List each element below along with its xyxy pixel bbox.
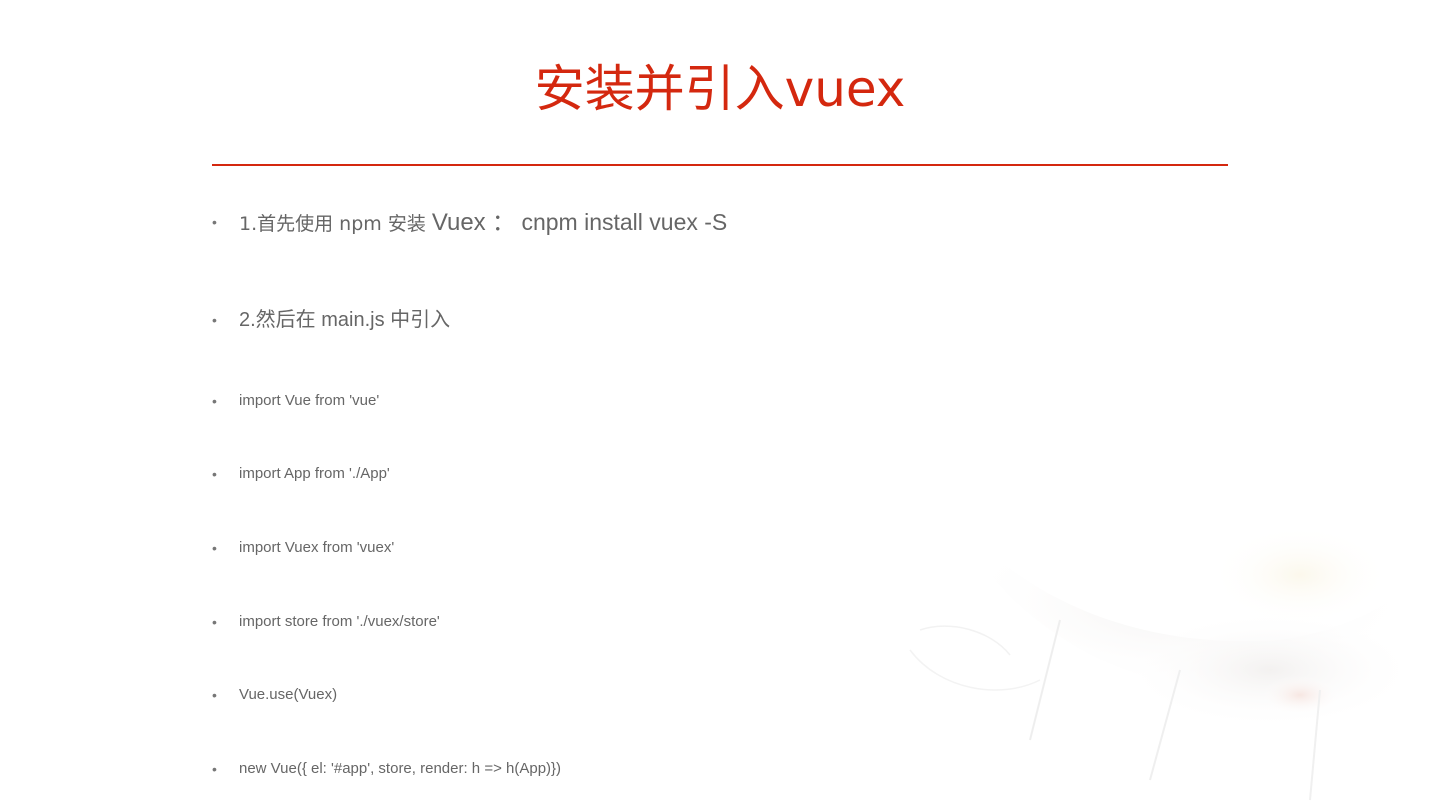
title-divider xyxy=(212,164,1228,166)
step-1-intro: 1.首先使用 npm 安装 xyxy=(239,213,432,235)
code-line-text: import store from './vuex/store' xyxy=(239,613,440,630)
background-decoration xyxy=(909,510,1420,801)
bullet-icon: • xyxy=(212,466,217,482)
bullet-icon: • xyxy=(212,540,217,556)
code-line-text: import Vue from 'vue' xyxy=(239,392,380,409)
slide-title: 安装并引入vuex xyxy=(534,60,906,118)
step-1-package: Vuex xyxy=(431,209,486,236)
step-2-text: 2.然后在 main.js 中引入 xyxy=(239,309,451,331)
bullet-icon: • xyxy=(212,214,217,230)
code-line-text: import App from './App' xyxy=(239,465,390,482)
step-1-colon: ： xyxy=(485,209,516,235)
bullet-icon: • xyxy=(212,687,217,703)
slide: 安装并引入vuex • 1.首先使用 npm 安装 Vuex ： cnpm in… xyxy=(0,0,1440,810)
bullet-icon: • xyxy=(212,761,217,777)
bullet-icon: • xyxy=(212,393,217,409)
step-1-text: 1.首先使用 npm 安装 Vuex ： cnpm install vuex -… xyxy=(239,208,727,238)
code-line-text: Vue.use(Vuex) xyxy=(239,686,338,703)
code-line-text: new Vue({ el: '#app', store, render: h =… xyxy=(239,760,562,777)
step-1-command: cnpm install vuex -S xyxy=(515,209,728,235)
code-line-text: import Vuex from 'vuex' xyxy=(239,539,395,556)
bullet-icon: • xyxy=(212,614,217,630)
bullet-icon: • xyxy=(212,312,217,328)
